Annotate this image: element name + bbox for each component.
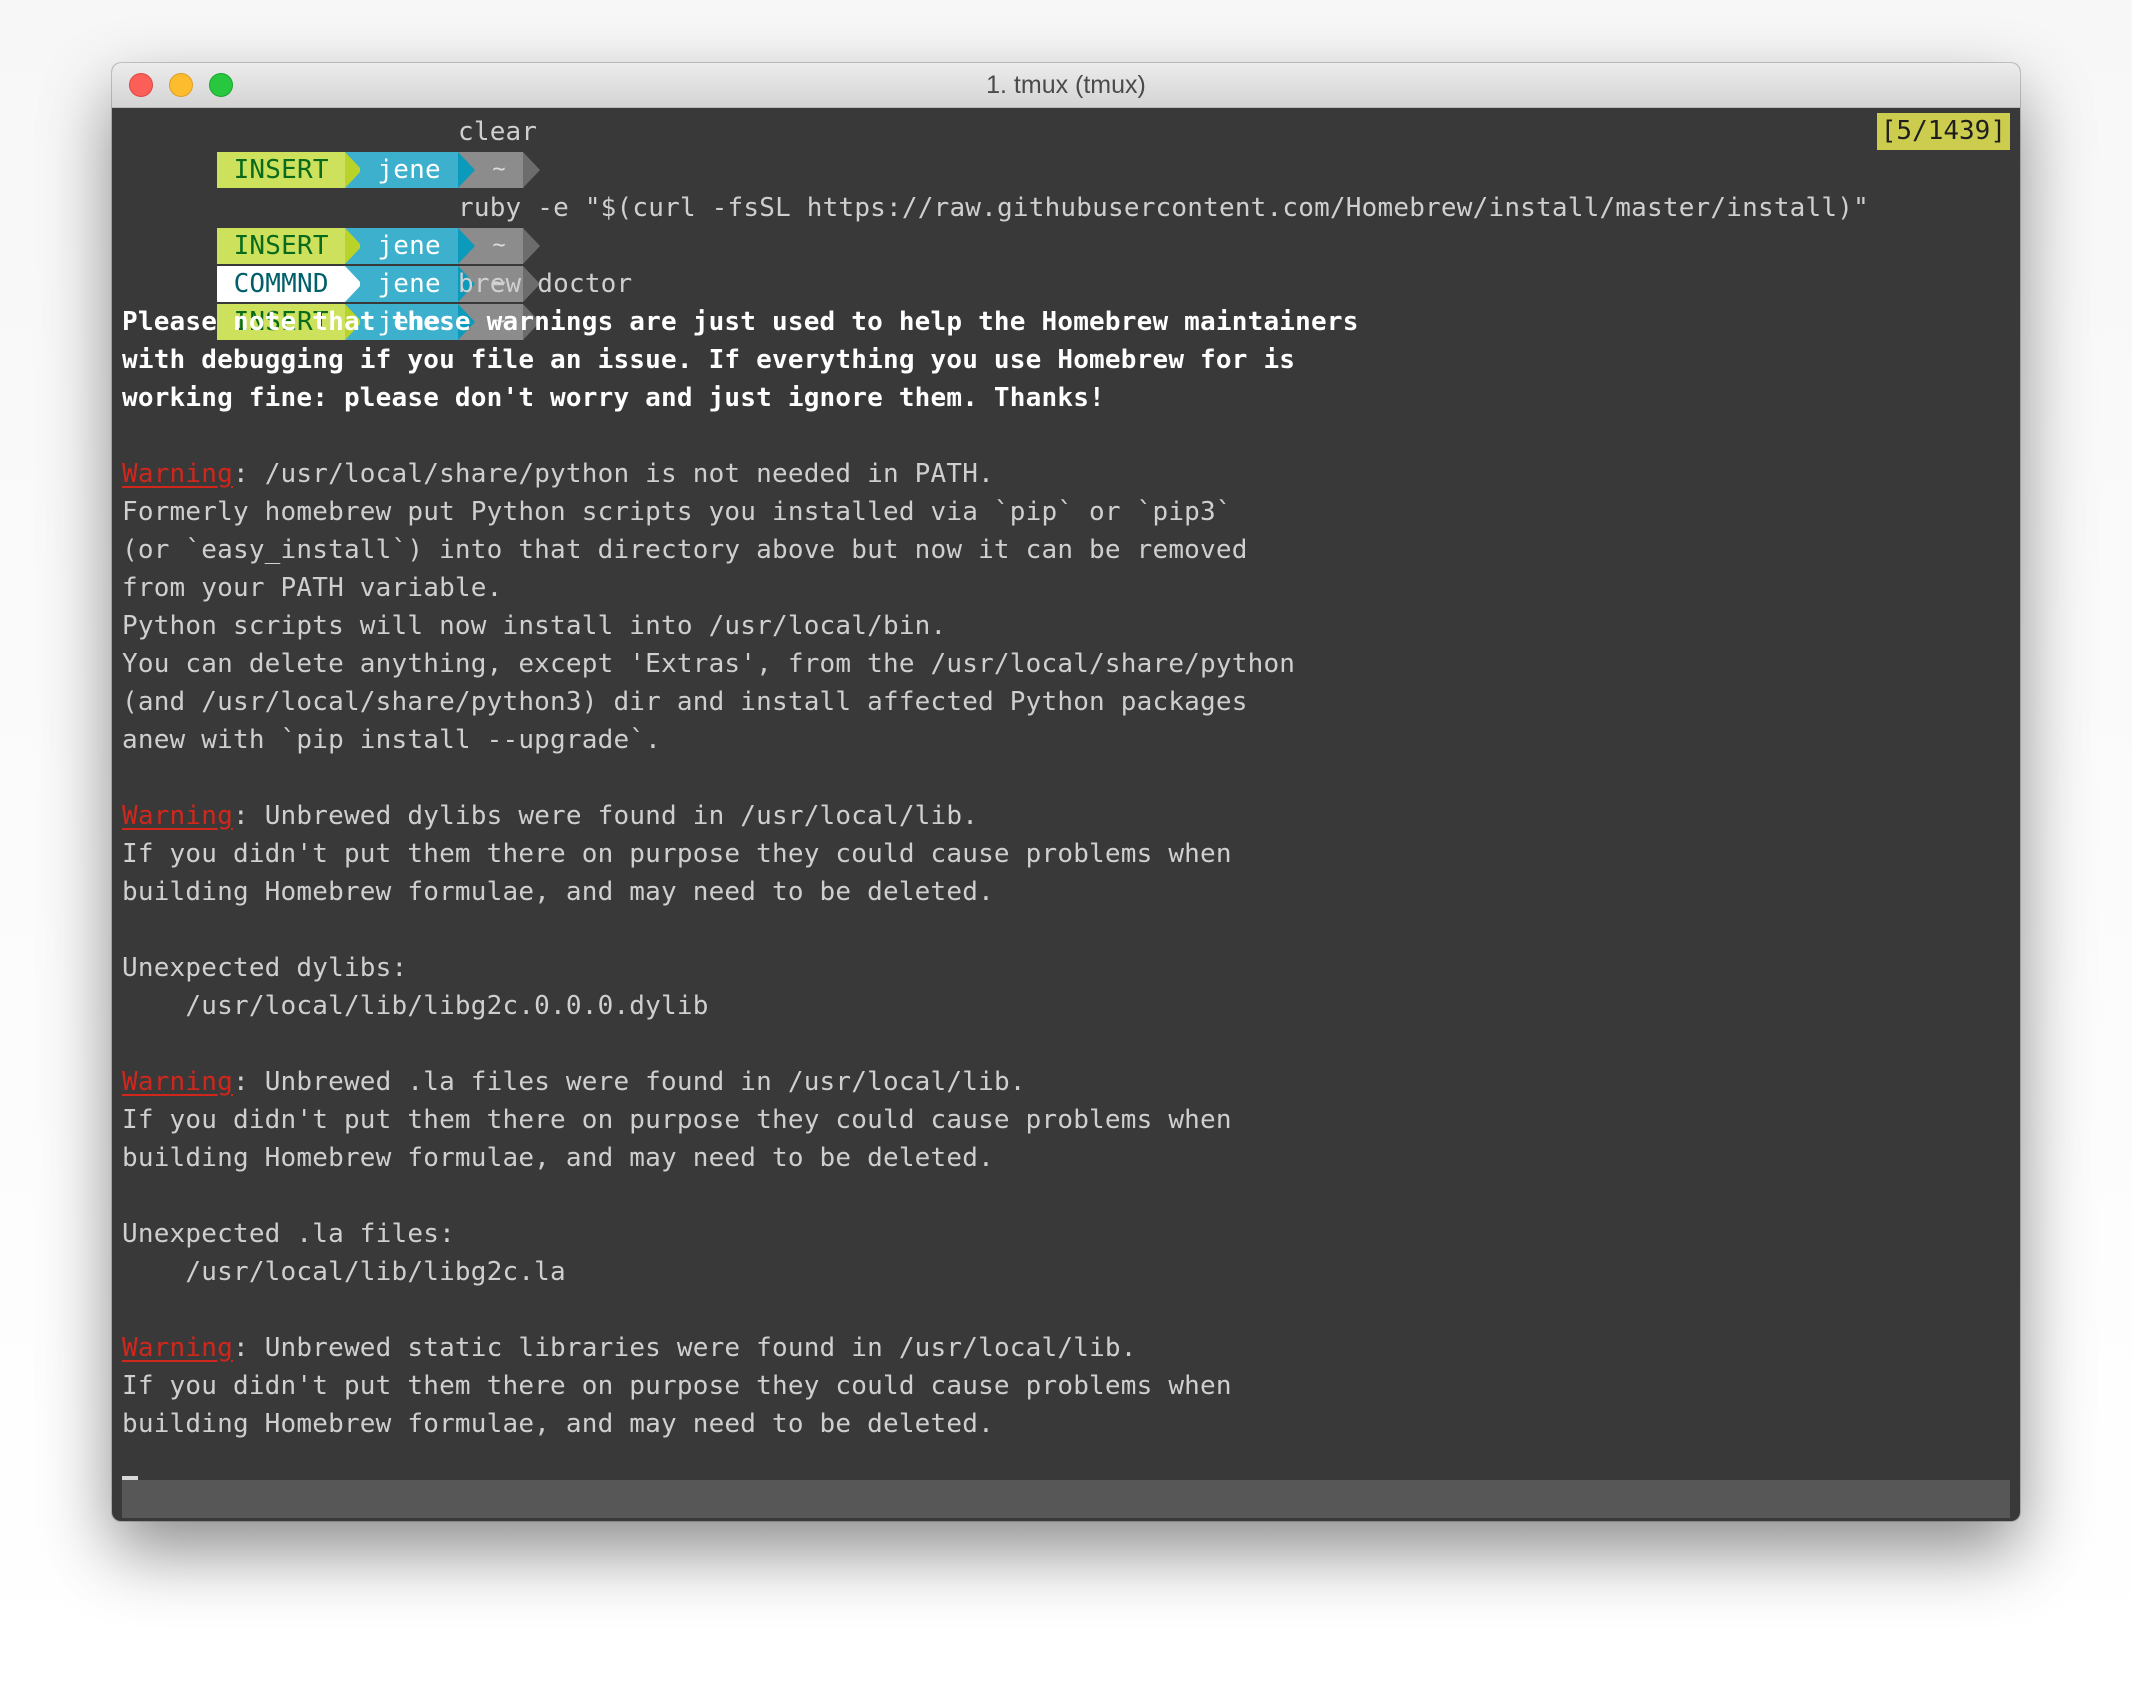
command-text: brew doctor [458, 269, 633, 299]
warning-label: Warning [122, 801, 233, 831]
terminal-pane[interactable]: INSERT jene ~ clear [5/1439] INSERT jene… [122, 113, 2010, 1521]
intro-text: working fine: please don't worry and jus… [122, 383, 1105, 413]
output-line: anew with `pip install --upgrade`. [122, 725, 662, 755]
warning-text: : Unbrewed static libraries were found i… [232, 1333, 1137, 1363]
output-line: Unexpected .la files: [122, 1219, 455, 1249]
terminal-window: 1. tmux (tmux) INSERT jene ~ clear [5/14… [112, 63, 2020, 1521]
warning-label: Warning [122, 1333, 233, 1363]
prompt-user: jene [360, 228, 459, 264]
warning-headline: Warning: Unbrewed .la files were found i… [122, 1063, 1026, 1101]
warning-headline: Warning: /usr/local/share/python is not … [122, 455, 994, 493]
mode-indicator: INSERT [217, 152, 346, 188]
prompt: INSERT jene ~ [217, 152, 541, 188]
title-bar[interactable]: 1. tmux (tmux) [112, 63, 2020, 108]
tmux-status-bar [122, 1480, 2010, 1518]
prompt-line: INSERT jene ~ ruby -e "$(curl -fsSL http… [122, 189, 1869, 264]
output-line: building Homebrew formulae, and may need… [122, 1409, 994, 1439]
output-line: /usr/local/lib/libg2c.la [122, 1257, 566, 1287]
warning-text: : /usr/local/share/python is not needed … [232, 459, 994, 489]
warning-label: Warning [122, 459, 233, 489]
output-line: (and /usr/local/share/python3) dir and i… [122, 687, 1248, 717]
prompt-user: jene [360, 152, 459, 188]
prompt-line: INSERT jene ~ clear [122, 113, 541, 188]
output-line: Formerly homebrew put Python scripts you… [122, 497, 1232, 527]
output-line: with debugging if you file an issue. If … [122, 341, 1295, 379]
output-line: If you didn't put them there on purpose … [122, 1371, 1232, 1401]
command-text: clear [458, 117, 538, 147]
output-line: from your PATH variable. [122, 573, 503, 603]
separator-arrow-icon [523, 152, 541, 188]
warning-label: Warning [122, 1067, 233, 1097]
warning-text: : Unbrewed .la files were found in /usr/… [232, 1067, 1026, 1097]
output-line: If you didn't put them there on purpose … [122, 1105, 1232, 1135]
intro-text: Please note that these warnings are just… [122, 307, 1359, 337]
output-line: Please note that these warnings are just… [122, 303, 1359, 341]
output-line: If you didn't put them there on purpose … [122, 839, 1232, 869]
output-line: building Homebrew formulae, and may need… [122, 877, 994, 907]
output-line: /usr/local/lib/libg2c.0.0.0.dylib [122, 991, 709, 1021]
separator-arrow-icon [458, 228, 476, 264]
output-line: You can delete anything, except 'Extras'… [122, 649, 1296, 679]
prompt-user: jene [360, 266, 459, 302]
output-line: (or `easy_install`) into that directory … [122, 535, 1248, 565]
warning-headline: Warning: Unbrewed static libraries were … [122, 1329, 1137, 1367]
command-text: ruby -e "$(curl -fsSL https://raw.github… [458, 193, 1869, 223]
prompt-dir: ~ [475, 228, 524, 264]
intro-text: with debugging if you file an issue. If … [122, 345, 1296, 375]
output-line: building Homebrew formulae, and may need… [122, 1143, 994, 1173]
output-line: working fine: please don't worry and jus… [122, 379, 1105, 417]
separator-arrow-icon [458, 152, 476, 188]
output-line: Unexpected dylibs: [122, 953, 408, 983]
window-title: 1. tmux (tmux) [986, 71, 1146, 99]
prompt-line: INSERT jene ~ brew doctor [122, 265, 632, 340]
warning-text: : Unbrewed dylibs were found in /usr/loc… [232, 801, 979, 831]
prompt-dir: ~ [475, 152, 524, 188]
prompt-line: COMMND jene ~ [122, 227, 541, 302]
separator-arrow-icon [523, 228, 541, 264]
output-line: Python scripts will now install into /us… [122, 611, 947, 641]
warning-headline: Warning: Unbrewed dylibs were found in /… [122, 797, 978, 835]
tmux-scroll-position-badge: [5/1439] [1876, 113, 2010, 150]
